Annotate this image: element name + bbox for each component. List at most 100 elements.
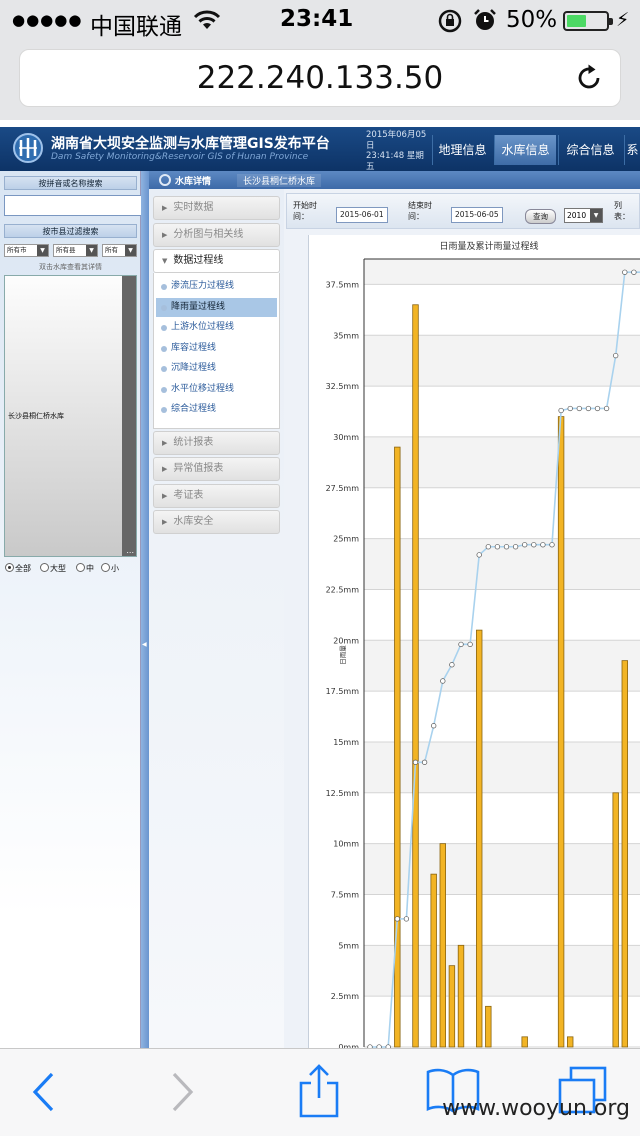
filter-section-title: 按市县过滤搜索 <box>4 224 137 238</box>
charging-bolt-icon: ⚡ <box>616 9 630 31</box>
cumulative-point <box>558 407 564 414</box>
city-filter-value: 所有市 <box>7 246 27 254</box>
menu-statistics-report[interactable]: ▶ 统计报表 <box>153 431 280 455</box>
list-item[interactable]: 长沙县桐仁桥水库 <box>8 411 64 421</box>
safari-toolbar: www.wooyun.org <box>0 1048 640 1136</box>
menu-label: 实时数据 <box>173 202 214 213</box>
menu-verification-table[interactable]: ▶ 考证表 <box>153 484 280 508</box>
rainfall-bar <box>448 965 456 1048</box>
reservoir-detail-icon <box>159 174 171 186</box>
menu-label: 数据过程线 <box>173 255 224 266</box>
address-bar[interactable]: 222.240.133.50 <box>19 49 621 107</box>
cumulative-point <box>476 552 482 558</box>
forward-icon[interactable] <box>170 1071 196 1113</box>
cumulative-point <box>522 542 528 548</box>
url-text[interactable]: 222.240.133.50 <box>20 60 620 96</box>
size-radio-all[interactable]: 全部 <box>5 563 31 574</box>
reservoir-list[interactable]: 长沙县桐仁桥水库 ... <box>4 275 137 557</box>
carrier-name: 中国联通 <box>90 14 182 40</box>
menu-reservoir-safety[interactable]: ▶ 水库安全 <box>153 510 280 534</box>
menu-label: 水库安全 <box>173 516 214 527</box>
cumulative-point <box>440 678 446 684</box>
menu-analysis-charts[interactable]: ▶ 分析图与相关线 <box>153 223 280 247</box>
menu-label: 考证表 <box>173 490 204 501</box>
year-select[interactable]: 2010 ▼ <box>564 208 603 223</box>
site-subtitle: Dam Safety Monitoring&Reservoir GIS of H… <box>51 152 309 162</box>
menu-label: 分析图与相关线 <box>173 229 244 240</box>
list-scrollbar[interactable] <box>122 276 136 556</box>
cumulative-point <box>394 916 400 922</box>
nav-tab-reservoir-info[interactable]: 水库信息 <box>494 135 556 165</box>
submenu-rainfall[interactable]: 降雨量过程线 <box>156 298 277 317</box>
panel-splitter[interactable]: ◀ <box>141 171 149 1048</box>
county-filter-select[interactable]: 所有县 ▼ <box>53 244 98 257</box>
start-time-label: 开始时 间： <box>293 201 317 221</box>
county-filter-value: 所有县 <box>56 246 76 254</box>
rainfall-bar <box>521 1036 528 1048</box>
menu-label: 统计报表 <box>173 437 214 448</box>
menu-realtime-data[interactable]: ▶ 实时数据 <box>153 196 280 220</box>
cumulative-point <box>549 542 555 548</box>
size-radio-small[interactable]: 小 <box>101 563 119 574</box>
cumulative-point <box>585 405 592 412</box>
site-header: 湖南省大坝安全监测与水库管理GIS发布平台 Dam Safety Monitor… <box>0 127 640 182</box>
radio-label: 全部 <box>15 564 31 573</box>
submenu-storage[interactable]: 库容过程线 <box>156 339 277 358</box>
y-tick-label: 22.5mm <box>326 585 360 594</box>
grid-band <box>364 335 640 387</box>
site-title: 湖南省大坝安全监测与水库管理GIS发布平台 <box>51 136 330 152</box>
size-radio-large[interactable]: 大型 <box>40 563 66 574</box>
submenu-composite[interactable]: 综合过程线 <box>156 400 277 419</box>
reservoir-search-input[interactable] <box>4 195 144 216</box>
nav-tab-summary-info[interactable]: 综合信息 <box>558 135 622 165</box>
breadcrumb: 水库详情 长沙县桐仁桥水库 <box>149 171 640 189</box>
end-date-input[interactable]: 2015-06-05 <box>451 207 503 223</box>
radio-icon <box>101 563 110 572</box>
cumulative-point <box>540 542 546 548</box>
wifi-icon <box>193 10 221 29</box>
cumulative-point <box>494 544 501 550</box>
cumulative-point <box>458 641 464 648</box>
menu-data-process-lines[interactable]: ▼ 数据过程线 <box>153 249 280 273</box>
chart-canvas: 0mm2.5mm5mm7.5mm10mm12.5mm15mm17.5mm20mm… <box>326 258 640 1048</box>
submenu-settlement[interactable]: 沉降过程线 <box>156 359 277 378</box>
rainfall-bar <box>439 843 446 1048</box>
nav-tab-system[interactable]: 系 <box>624 135 640 165</box>
cumulative-point <box>503 544 510 550</box>
back-icon[interactable] <box>30 1071 56 1113</box>
y-tick-label: 5mm <box>338 941 359 950</box>
safari-address-area: 222.240.133.50 <box>0 40 640 120</box>
size-radio-medium[interactable]: 中 <box>76 563 94 574</box>
reload-icon[interactable] <box>574 63 604 93</box>
rainfall-bar <box>475 629 483 1048</box>
chevron-down-icon: ▼ <box>590 209 602 222</box>
y-tick-label: 2.5mm <box>331 992 360 1001</box>
cumulative-point <box>412 759 419 765</box>
list-label: 列表： <box>614 201 630 221</box>
y-tick-label: 17.5mm <box>326 687 360 696</box>
query-button[interactable]: 查询 <box>525 209 556 224</box>
submenu-upstream-level[interactable]: 上游水位过程线 <box>156 318 277 337</box>
y-axis-label: 日雨量 <box>339 645 347 665</box>
start-date-input[interactable]: 2015-06-01 <box>336 207 388 223</box>
share-icon[interactable] <box>296 1063 342 1119</box>
town-filter-select[interactable]: 所有 ▼ <box>102 244 137 257</box>
battery-percent: 50% <box>506 7 558 33</box>
watermark-text: www.wooyun.org <box>442 1096 630 1121</box>
rainfall-bar <box>457 944 465 1048</box>
grid-band <box>364 843 640 895</box>
caret-right-icon: ▶ <box>162 231 168 239</box>
cumulative-point <box>603 405 610 412</box>
city-filter-select[interactable]: 所有市 ▼ <box>4 244 49 257</box>
rotation-lock-icon <box>438 9 462 33</box>
nav-tab-geo-info[interactable]: 地理信息 <box>432 135 492 165</box>
more-icon[interactable]: ... <box>126 546 134 555</box>
submenu-seepage-pressure[interactable]: 渗流压力过程线 <box>156 277 277 296</box>
rainfall-bar <box>557 416 565 1048</box>
collapse-arrow-icon[interactable]: ◀ <box>142 641 147 648</box>
caret-right-icon: ▶ <box>162 518 168 526</box>
y-tick-label: 12.5mm <box>326 789 360 798</box>
menu-anomaly-report[interactable]: ▶ 异常值报表 <box>153 457 280 481</box>
year-value: 2010 <box>567 211 587 220</box>
submenu-horizontal-displacement[interactable]: 水平位移过程线 <box>156 380 277 399</box>
